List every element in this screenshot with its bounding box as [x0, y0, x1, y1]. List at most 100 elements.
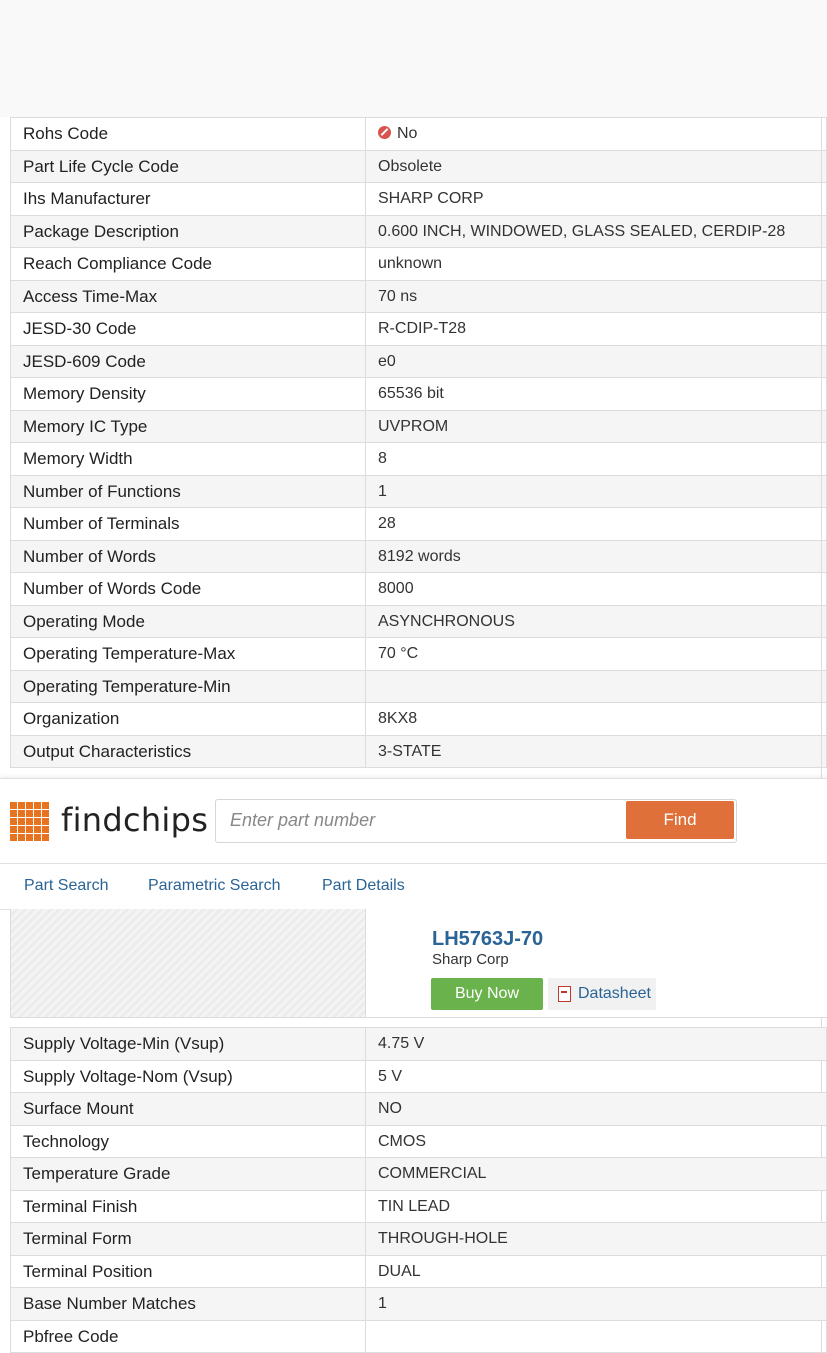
spec-row: Number of Functions 1	[10, 474, 827, 508]
nav-part-details[interactable]: Part Details	[322, 877, 405, 895]
nav-part-search[interactable]: Part Search	[24, 877, 108, 895]
spec-row: Surface Mount NO	[10, 1092, 827, 1126]
spec-value: 0.600 INCH, WINDOWED, GLASS SEALED, CERD…	[365, 214, 827, 248]
spec-row: Technology CMOS	[10, 1124, 827, 1158]
spec-label: Number of Words Code	[10, 572, 366, 606]
spec-row: Ihs Manufacturer SHARP CORP	[10, 182, 827, 216]
spec-row: Package Description 0.600 INCH, WINDOWED,…	[10, 214, 827, 248]
spec-value: DUAL	[365, 1254, 827, 1288]
spec-value: SHARP CORP	[365, 182, 827, 216]
spec-label: Access Time-Max	[10, 279, 366, 313]
spec-value: 8	[365, 442, 827, 476]
part-number[interactable]: LH5763J-70	[432, 928, 543, 951]
spec-label: Supply Voltage-Min (Vsup)	[10, 1027, 366, 1061]
spec-value: 8000	[365, 572, 827, 606]
spec-label: Memory IC Type	[10, 409, 366, 443]
spec-label: Number of Words	[10, 539, 366, 573]
spec-value: 70 °C	[365, 637, 827, 671]
spec-label: JESD-609 Code	[10, 344, 366, 378]
spec-row: Number of Words Code 8000	[10, 572, 827, 606]
spec-label: Temperature Grade	[10, 1157, 366, 1191]
spec-value: 70 ns	[365, 279, 827, 313]
part-manufacturer: Sharp Corp	[432, 951, 509, 968]
rohs-no-icon	[378, 126, 391, 140]
page-top-blank	[0, 0, 827, 117]
pdf-icon	[558, 986, 571, 1002]
spec-label: Organization	[10, 702, 366, 736]
spec-label: Number of Terminals	[10, 507, 366, 541]
spec-label: Number of Functions	[10, 474, 366, 508]
spec-value: 1	[365, 474, 827, 508]
spec-value: UVPROM	[365, 409, 827, 443]
specs-table-top: Rohs Code No Part Life Cycle Code Obsolete I…	[10, 117, 827, 768]
spec-value: 28	[365, 507, 827, 541]
spec-row: Operating Temperature-Max 70 °C	[10, 637, 827, 671]
buy-now-button[interactable]: Buy Now	[431, 978, 543, 1010]
findchips-logo-icon[interactable]	[9, 801, 49, 841]
find-button[interactable]: Find	[626, 801, 734, 839]
spec-label: Supply Voltage-Nom (Vsup)	[10, 1059, 366, 1093]
spec-value: 8192 words	[365, 539, 827, 573]
spec-value: NO	[365, 1092, 827, 1126]
spec-row: Pbfree Code	[10, 1319, 827, 1353]
spec-label: Output Characteristics	[10, 734, 366, 768]
spec-value: THROUGH-HOLE	[365, 1222, 827, 1256]
datasheet-label: Datasheet	[578, 985, 651, 1002]
spec-value: unknown	[365, 247, 827, 281]
part-number-search-input[interactable]	[216, 800, 630, 840]
spec-label: Reach Compliance Code	[10, 247, 366, 281]
spec-label: Terminal Position	[10, 1254, 366, 1288]
spec-label: Terminal Finish	[10, 1189, 366, 1223]
spec-row: Memory Density 65536 bit	[10, 377, 827, 411]
spec-row: Output Characteristics 3-STATE	[10, 734, 827, 768]
spec-label: Package Description	[10, 214, 366, 248]
spec-row: JESD-609 Code e0	[10, 344, 827, 378]
datasheet-button[interactable]: Datasheet	[548, 978, 656, 1010]
spec-row: Number of Terminals 28	[10, 507, 827, 541]
spec-label: Part Life Cycle Code	[10, 149, 366, 183]
spec-label: Rohs Code	[10, 117, 366, 151]
spec-row: Base Number Matches 1	[10, 1287, 827, 1321]
spec-row: Terminal Position DUAL	[10, 1254, 827, 1288]
spec-row: Reach Compliance Code unknown	[10, 247, 827, 281]
spec-value: 1	[365, 1287, 827, 1321]
spec-value: e0	[365, 344, 827, 378]
spec-row: Rohs Code No	[10, 117, 827, 151]
spec-value: R-CDIP-T28	[365, 312, 827, 346]
site-header: findchips Find	[0, 778, 827, 864]
spec-row: Operating Mode ASYNCHRONOUS	[10, 604, 827, 638]
spec-row: Part Life Cycle Code Obsolete	[10, 149, 827, 183]
spec-value: 65536 bit	[365, 377, 827, 411]
part-summary-card: LH5763J-70 Sharp Corp Buy Now Datasheet	[10, 909, 827, 1018]
spec-row: Organization 8KX8	[10, 702, 827, 736]
specs-table-bottom: Supply Voltage-Min (Vsup) 4.75 V Supply Vo…	[10, 1027, 827, 1353]
spec-row: Terminal Finish TIN LEAD	[10, 1189, 827, 1223]
spec-label: Operating Temperature-Max	[10, 637, 366, 671]
spec-row: Memory Width 8	[10, 442, 827, 476]
spec-row: Memory IC Type UVPROM	[10, 409, 827, 443]
spec-value: CMOS	[365, 1124, 827, 1158]
spec-label: JESD-30 Code	[10, 312, 366, 346]
logo-text[interactable]: findchips	[61, 801, 208, 839]
spec-label: Technology	[10, 1124, 366, 1158]
spec-value: 8KX8	[365, 702, 827, 736]
spec-value: COMMERCIAL	[365, 1157, 827, 1191]
spec-label: Base Number Matches	[10, 1287, 366, 1321]
nav-bar: Part Search Parametric Search Part Detai…	[0, 863, 827, 910]
spec-label: Memory Density	[10, 377, 366, 411]
spec-row: Supply Voltage-Min (Vsup) 4.75 V	[10, 1027, 827, 1061]
spec-label: Ihs Manufacturer	[10, 182, 366, 216]
spec-value: TIN LEAD	[365, 1189, 827, 1223]
spec-label: Terminal Form	[10, 1222, 366, 1256]
spec-row: Supply Voltage-Nom (Vsup) 5 V	[10, 1059, 827, 1093]
nav-parametric-search[interactable]: Parametric Search	[148, 877, 281, 895]
spec-value: 4.75 V	[365, 1027, 827, 1061]
spec-row: Temperature Grade COMMERCIAL	[10, 1157, 827, 1191]
part-image-placeholder	[11, 909, 366, 1017]
spec-value: ASYNCHRONOUS	[365, 604, 827, 638]
spec-value-text: No	[397, 125, 418, 143]
spec-label: Operating Mode	[10, 604, 366, 638]
spec-value: 5 V	[365, 1059, 827, 1093]
spec-row: Operating Temperature-Min	[10, 669, 827, 703]
spec-row: JESD-30 Code R-CDIP-T28	[10, 312, 827, 346]
